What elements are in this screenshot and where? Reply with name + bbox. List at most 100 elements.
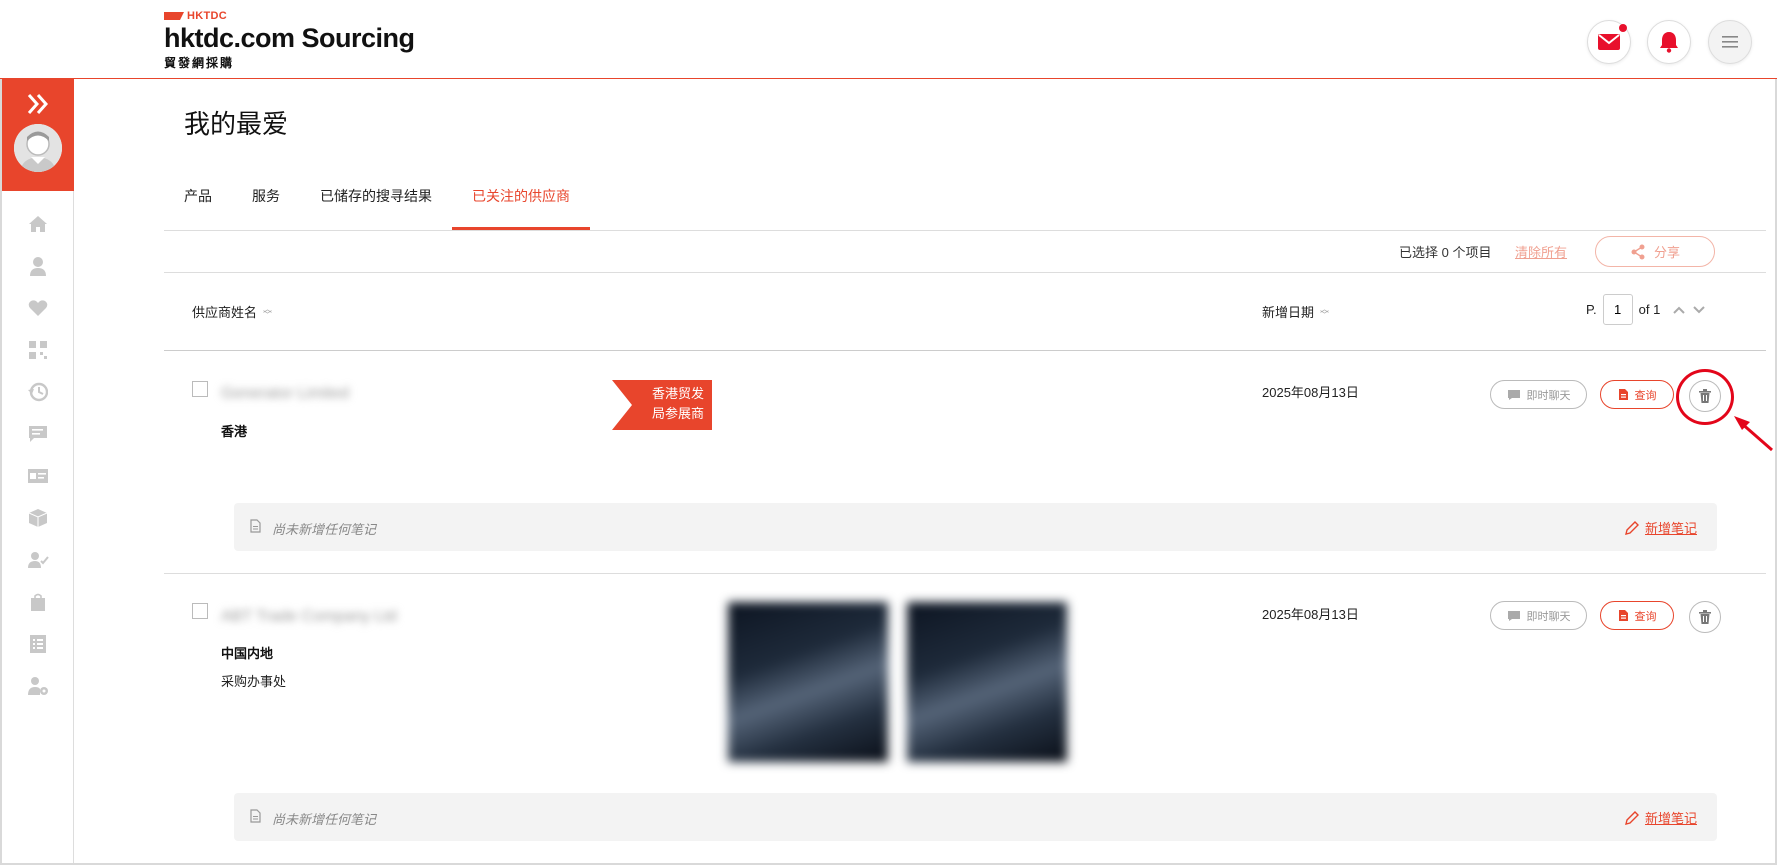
column-header-date[interactable]: 新增日期 ︿ ﹀ bbox=[1262, 302, 1329, 321]
add-note-link[interactable]: 新增笔记 bbox=[1625, 808, 1697, 827]
logo-name: hktdc.com Sourcing bbox=[164, 23, 415, 53]
heart-icon bbox=[28, 300, 48, 316]
sidebar-item-profile[interactable] bbox=[2, 245, 74, 287]
page-number-input[interactable] bbox=[1602, 294, 1633, 325]
delete-button[interactable] bbox=[1689, 601, 1721, 633]
chat-button[interactable]: 即时聊天 bbox=[1490, 380, 1587, 409]
inquiry-label: 查询 bbox=[1634, 389, 1657, 402]
tab-bar: 产品 服务 已储存的搜寻结果 已关注的供应商 bbox=[164, 170, 590, 230]
sidebar-item-home[interactable] bbox=[2, 203, 74, 245]
box-icon bbox=[28, 509, 48, 527]
list-icon bbox=[30, 635, 46, 653]
supplier-region: 香港 bbox=[221, 424, 248, 439]
sidebar-item-account-settings[interactable] bbox=[2, 665, 74, 707]
sidebar-item-favorites[interactable] bbox=[2, 287, 74, 329]
sidebar-item-history[interactable] bbox=[2, 371, 74, 413]
tab-services[interactable]: 服务 bbox=[232, 170, 300, 230]
divider bbox=[164, 573, 1766, 574]
header: HKTDC hktdc.com Sourcing 貿發網採購 bbox=[0, 0, 1777, 79]
note-icon bbox=[250, 809, 261, 823]
row-checkbox[interactable] bbox=[192, 603, 208, 619]
home-icon bbox=[29, 216, 47, 232]
qr-icon bbox=[29, 341, 47, 359]
tab-saved-searches[interactable]: 已储存的搜寻结果 bbox=[300, 170, 452, 230]
row-checkbox[interactable] bbox=[192, 381, 208, 397]
sidebar-item-contacts[interactable] bbox=[2, 539, 74, 581]
note-box: 尚未新增任何笔记 新增笔记 bbox=[234, 503, 1717, 551]
sort-icon: ︿ ﹀ bbox=[263, 303, 273, 320]
note-icon bbox=[250, 519, 261, 533]
settings-user-icon bbox=[28, 677, 48, 695]
supplier-region: 中国内地 bbox=[221, 646, 274, 661]
page-title: 我的最爱 bbox=[184, 109, 289, 139]
tab-products[interactable]: 产品 bbox=[164, 170, 232, 230]
share-label: 分享 bbox=[1653, 245, 1680, 260]
sidebar-item-orders[interactable] bbox=[2, 581, 74, 623]
note-text: 尚未新增任何笔记 bbox=[272, 812, 377, 827]
bell-icon bbox=[1660, 32, 1678, 53]
added-date: 2025年08月13日 bbox=[1262, 607, 1359, 622]
menu-button[interactable] bbox=[1708, 20, 1752, 64]
expand-sidebar-icon[interactable] bbox=[24, 93, 52, 115]
user-check-icon bbox=[28, 552, 49, 568]
arrow-annotation-icon bbox=[1734, 416, 1773, 452]
chat-icon bbox=[1507, 610, 1520, 621]
pager-prefix: P. bbox=[1586, 302, 1597, 317]
pencil-icon bbox=[1625, 810, 1639, 825]
supplier-name[interactable]: Generator Limited bbox=[221, 385, 349, 403]
pager-total: of 1 bbox=[1638, 302, 1661, 317]
inquiry-button[interactable]: 查询 bbox=[1600, 601, 1674, 630]
logo-sub: 貿發網採購 bbox=[164, 56, 235, 70]
share-button[interactable]: 分享 bbox=[1595, 236, 1715, 267]
highlight-circle-annotation bbox=[1676, 369, 1734, 425]
notification-button[interactable] bbox=[1647, 20, 1691, 64]
pagination: P. of 1 bbox=[1586, 294, 1706, 325]
sidebar-item-cards[interactable] bbox=[2, 455, 74, 497]
clear-all-link[interactable]: 清除所有 bbox=[1515, 242, 1567, 261]
supplier-type: 采购办事处 bbox=[221, 674, 287, 689]
mail-button[interactable] bbox=[1587, 20, 1631, 64]
column-label: 新增日期 bbox=[1262, 305, 1315, 320]
divider bbox=[164, 230, 1766, 231]
chat-button[interactable]: 即时聊天 bbox=[1490, 601, 1587, 630]
avatar[interactable] bbox=[14, 124, 62, 172]
selected-count: 已选择 0 个项目 bbox=[1399, 245, 1492, 260]
logo-top-text: HKTDC bbox=[187, 10, 227, 22]
product-image[interactable] bbox=[907, 602, 1067, 762]
note-box: 尚未新增任何笔记 新增笔记 bbox=[234, 793, 1717, 841]
sidebar-item-lists[interactable] bbox=[2, 623, 74, 665]
trash-icon bbox=[1699, 610, 1711, 624]
chat-label: 即时聊天 bbox=[1526, 389, 1571, 402]
avatar-icon bbox=[14, 124, 62, 172]
product-image[interactable] bbox=[728, 602, 888, 762]
history-icon bbox=[28, 382, 48, 402]
chevron-down-icon[interactable] bbox=[1692, 305, 1706, 315]
bag-icon bbox=[31, 593, 45, 611]
add-note-label: 新增笔记 bbox=[1644, 521, 1697, 536]
flag-icon bbox=[164, 12, 184, 20]
sidebar-item-products[interactable] bbox=[2, 497, 74, 539]
document-icon bbox=[1618, 610, 1628, 621]
add-note-label: 新增笔记 bbox=[1644, 811, 1697, 826]
note-text: 尚未新增任何笔记 bbox=[272, 522, 377, 537]
message-icon bbox=[29, 426, 47, 442]
inquiry-label: 查询 bbox=[1634, 610, 1657, 623]
hktdc-logo[interactable]: HKTDC hktdc.com Sourcing 貿發網採購 bbox=[164, 10, 415, 71]
user-icon bbox=[30, 257, 46, 276]
supplier-name[interactable]: ABT Trade Company Ltd bbox=[221, 608, 397, 626]
add-note-link[interactable]: 新增笔记 bbox=[1625, 518, 1697, 537]
unread-dot bbox=[1619, 24, 1627, 32]
sidebar-item-messages[interactable] bbox=[2, 413, 74, 455]
column-label: 供应商姓名 bbox=[192, 305, 258, 320]
inquiry-button[interactable]: 查询 bbox=[1600, 380, 1674, 409]
sidebar bbox=[2, 79, 74, 863]
pencil-icon bbox=[1625, 520, 1639, 535]
column-header-supplier-name[interactable]: 供应商姓名 ︿ ﹀ bbox=[192, 302, 272, 321]
mail-icon bbox=[1598, 34, 1620, 50]
added-date: 2025年08月13日 bbox=[1262, 385, 1359, 400]
sidebar-item-qr[interactable] bbox=[2, 329, 74, 371]
divider bbox=[164, 272, 1766, 273]
tab-followed-suppliers[interactable]: 已关注的供应商 bbox=[452, 170, 590, 230]
document-icon bbox=[1618, 389, 1628, 400]
chevron-up-icon[interactable] bbox=[1672, 305, 1686, 315]
